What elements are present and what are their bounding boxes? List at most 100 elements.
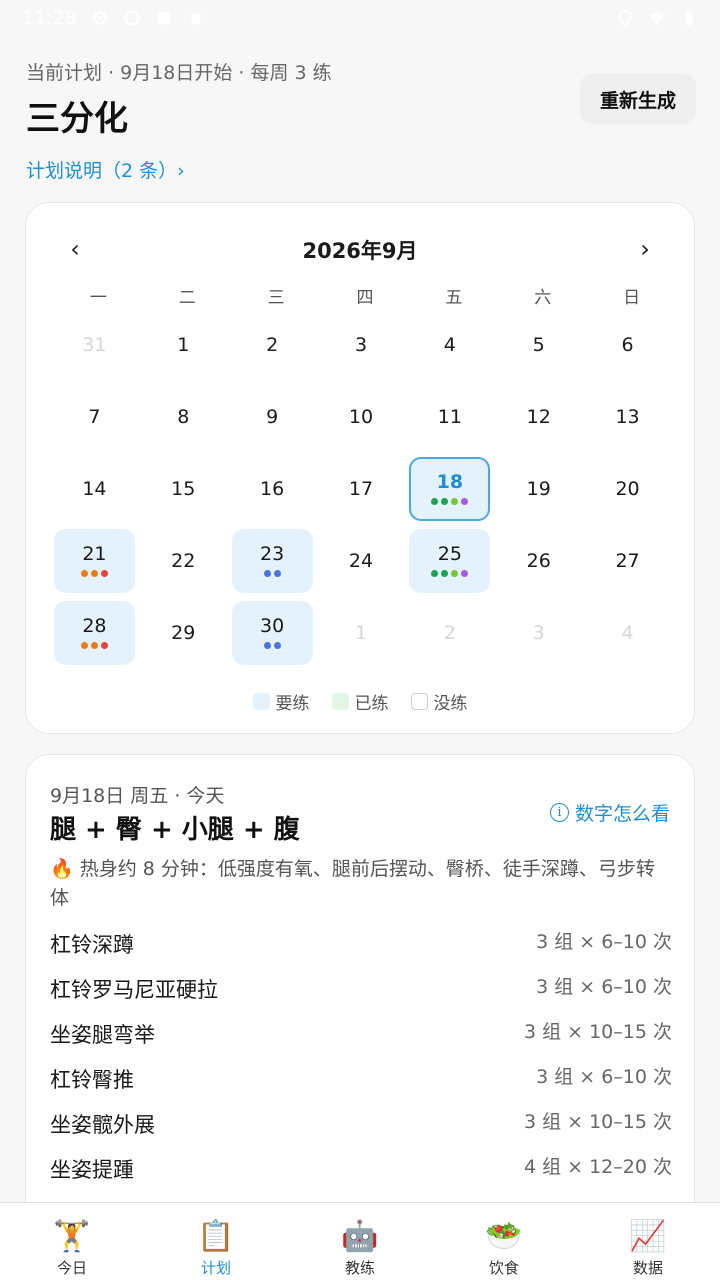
nav-item-2[interactable]: 🤖 教练: [288, 1203, 432, 1280]
calendar-day[interactable]: 14: [50, 453, 139, 525]
workout-dots: [80, 642, 108, 649]
weekday-header: 一二三四五六日: [54, 283, 676, 308]
status-right: [616, 9, 698, 27]
calendar-day-box: 4: [587, 601, 668, 665]
calendar-day[interactable]: 21: [50, 525, 139, 597]
exercise-row[interactable]: 坐姿提踵 4 组 × 12–20 次: [50, 1148, 672, 1193]
calendar-day[interactable]: 7: [50, 381, 139, 453]
calendar-day[interactable]: 5: [494, 309, 583, 381]
calendar-day[interactable]: 19: [494, 453, 583, 525]
calendar-day-number: 1: [177, 333, 190, 356]
calendar-day-box: 8: [143, 385, 224, 449]
calendar-day[interactable]: 15: [139, 453, 228, 525]
exercise-name: 杠铃深蹲: [50, 933, 134, 957]
exercise-row[interactable]: 坐姿腿弯举 3 组 × 10–15 次: [50, 1013, 672, 1058]
exercise-sets: 3 组 × 6–10 次: [536, 1066, 672, 1088]
calendar-day[interactable]: 1: [139, 309, 228, 381]
sync-icon: [124, 10, 140, 26]
legend-planned: 要练: [252, 689, 310, 714]
calendar-day[interactable]: 2: [405, 597, 494, 669]
location-icon: [618, 9, 632, 27]
calendar-day[interactable]: 22: [139, 525, 228, 597]
calendar-day-box: 5: [498, 313, 579, 377]
exercise-row[interactable]: 杠铃臀推 3 组 × 6–10 次: [50, 1058, 672, 1103]
calendar-day[interactable]: 4: [405, 309, 494, 381]
exercise-sets: 3 组 × 6–10 次: [536, 976, 672, 998]
calendar-day[interactable]: 3: [494, 597, 583, 669]
regenerate-button[interactable]: 重新生成: [580, 74, 696, 124]
exercise-name: 坐姿髋外展: [50, 1113, 155, 1137]
calendar-day[interactable]: 23: [228, 525, 317, 597]
weekday-label: 四: [356, 288, 374, 308]
workout-dot: [441, 570, 449, 577]
legend-none: 没练: [410, 689, 468, 714]
calendar-day[interactable]: 12: [494, 381, 583, 453]
calendar-day[interactable]: 13: [583, 381, 672, 453]
workout-dot: [100, 570, 108, 577]
calendar-day[interactable]: 26: [494, 525, 583, 597]
day-detail-subtitle: 9月18日 周五 · 今天: [50, 785, 225, 807]
calendar-day-number: 16: [260, 477, 285, 500]
calendar-day[interactable]: 6: [583, 309, 672, 381]
calendar-day-number: 27: [615, 549, 640, 572]
calendar-day[interactable]: 3: [317, 309, 406, 381]
calendar-day-box: 2: [409, 601, 490, 665]
weekday-label: 二: [178, 288, 196, 308]
exercise-list: 杠铃深蹲 3 组 × 6–10 次杠铃罗马尼亚硬拉 3 组 × 6–10 次坐姿腿弯…: [50, 923, 672, 1193]
calendar-day[interactable]: 28: [50, 597, 139, 669]
calendar-day-box: 27: [587, 529, 668, 593]
calendar-day-box: 21: [54, 529, 135, 593]
next-month-button[interactable]: ›: [630, 235, 660, 263]
calendar-day-number: 7: [88, 405, 101, 428]
calendar-day-number: 28: [82, 615, 107, 637]
calendar-day[interactable]: 10: [317, 381, 406, 453]
workout-dot: [273, 642, 281, 649]
legend-planned-swatch: [252, 693, 270, 710]
calendar-day-number: 22: [171, 549, 196, 572]
calendar-day-box: 30: [231, 601, 313, 665]
calendar-day[interactable]: 4: [583, 597, 672, 669]
calendar-day[interactable]: 2: [228, 309, 317, 381]
calendar-day-number: 2: [443, 621, 456, 644]
salad-icon: 🥗: [485, 1218, 523, 1254]
calendar-day-box: 26: [498, 529, 579, 593]
calendar-day[interactable]: 11: [405, 381, 494, 453]
exercise-row[interactable]: 杠铃罗马尼亚硬拉 3 组 × 6–10 次: [50, 968, 672, 1013]
exercise-row[interactable]: 坐姿髋外展 3 组 × 10–15 次: [50, 1103, 672, 1148]
exercise-name: 坐姿腿弯举: [50, 1023, 155, 1047]
calendar-day[interactable]: 29: [139, 597, 228, 669]
calendar-day[interactable]: 17: [317, 453, 406, 525]
calendar-day[interactable]: 31: [50, 309, 139, 381]
calendar-day-box: 17: [321, 457, 402, 521]
calendar-day-box: 6: [587, 313, 668, 377]
nav-item-0[interactable]: 🏋️ 今日: [0, 1203, 144, 1280]
calendar-day[interactable]: 30: [228, 597, 317, 669]
legend-done-swatch: [331, 693, 349, 710]
calendar-day[interactable]: 9: [228, 381, 317, 453]
calendar-day[interactable]: 27: [583, 525, 672, 597]
calendar-day[interactable]: 20: [583, 453, 672, 525]
clipboard-icon: 📋: [197, 1218, 235, 1254]
calendar-day[interactable]: 18: [405, 453, 494, 525]
workout-dot: [80, 570, 88, 577]
calendar-day[interactable]: 1: [317, 597, 406, 669]
legend-planned-label: 要练: [275, 694, 310, 714]
weekday-label: 一: [89, 288, 107, 308]
calendar-day[interactable]: 25: [405, 525, 494, 597]
calendar-day-number: 29: [171, 621, 196, 644]
calendar-day-number: 24: [348, 549, 374, 572]
nav-item-1[interactable]: 📋 计划: [144, 1203, 288, 1280]
nav-label: 今日: [56, 1259, 87, 1277]
help-link[interactable]: i 数字怎么看: [549, 799, 670, 826]
calendar-day[interactable]: 8: [139, 381, 228, 453]
calendar-day[interactable]: 24: [317, 525, 406, 597]
nav-label: 数据: [632, 1259, 663, 1277]
exercise-row[interactable]: 杠铃深蹲 3 组 × 6–10 次: [50, 923, 672, 968]
calendar-day[interactable]: 16: [228, 453, 317, 525]
nav-item-4[interactable]: 📈 数据: [576, 1203, 720, 1280]
calendar-day-box: 15: [143, 457, 224, 521]
plan-note-link[interactable]: 计划说明（2 条）›: [26, 156, 185, 183]
nav-item-3[interactable]: 🥗 饮食: [432, 1203, 576, 1280]
robot-icon: 🤖: [341, 1218, 379, 1254]
workout-dot: [90, 570, 98, 577]
